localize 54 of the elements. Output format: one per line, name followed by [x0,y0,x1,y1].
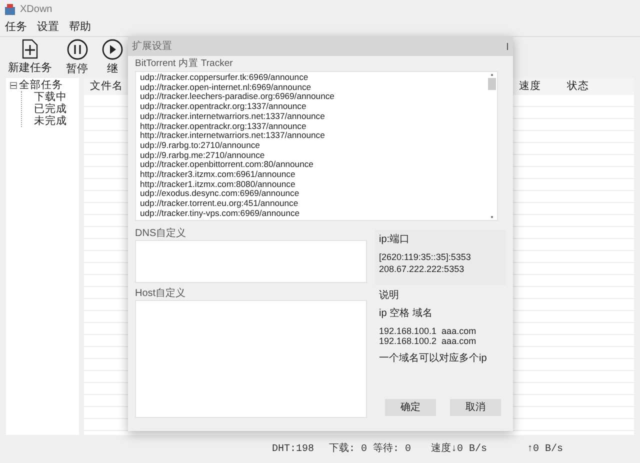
play-icon [102,39,123,60]
tracker-url: udp://tracker.tiny-vps.com:6969/announce [140,208,301,219]
toolbar-button[interactable]: 暂停 [66,37,88,78]
tracker-text-area[interactable] [135,71,498,221]
dns-example: [2620:119:35::35]:5353 [379,251,472,263]
hint-title: 说明 [379,290,400,302]
tree-item[interactable]: 已完成 [34,103,79,115]
tracker-url: http://tracker3.itzmx.com:6961/announce [140,170,296,180]
hint-note: 一个域名可以对应多个ip [379,353,488,365]
tree-item[interactable]: 全部任务 [19,79,63,91]
tracker-url: udp://tracker.coppersurfer.tk:6969/announce [140,73,310,83]
tracker-url: http://tracker.internetwarriors.net:1337/announce [140,131,326,141]
toolbar-button[interactable]: 新建任务 [8,37,52,76]
app-icon [4,4,16,16]
pause-icon [66,39,88,60]
tracker-url: udp://tracker.opentrackr.org:1337/announce [140,102,308,112]
tracker-url: http://tracker.opentrackr.org:1337/announce [140,122,306,131]
dialog-button[interactable]: 确定 [385,399,436,416]
dialog-title: 扩展设置 [132,40,172,54]
expander-icon[interactable] [10,82,17,88]
host-example: 192.168.100.2 aaa.com [379,336,478,346]
tree-item[interactable]: 未完成 [34,115,79,127]
tracker-url: udp://9.rarbg.me:2710/announce [140,150,266,160]
column-header[interactable]: 速度 [509,78,561,94]
pin-icon[interactable] [506,42,509,50]
group-label: DNS自定义 [135,228,188,240]
menu-item[interactable]: 任务 [5,19,27,36]
dht-count: DHT:198 [272,443,314,457]
menu-item[interactable]: 帮助 [69,19,91,36]
tracker-url: udp://tracker.open-internet.nl:6969/announce [140,82,312,92]
tracker-url: udp://exodus.desync.com:6969/announce [140,189,300,200]
hint-format: ip 空格 域名 [379,308,434,320]
task-counts: 下载: 0 等待: 0 [329,442,412,457]
tracker-url: udp://tracker.internetwarriors.net:1337/announce [140,112,326,122]
group-label: BitTorrent 内置 Tracker [135,58,234,70]
tree-item[interactable]: 下载中 [34,91,79,103]
group-label: Host自定义 [135,288,187,300]
host-example: 192.168.100.1 aaa.com [379,326,478,336]
new-file-icon [22,39,38,59]
window-title: XDown [20,3,52,17]
dns-example: 208.67.222.222:5353 [379,263,466,275]
tracker-url: http://tracker1.itzmx.com:8080/announce [140,180,296,190]
tracker-url: udp://9.rarbg.to:2710/announce [140,140,260,151]
tracker-url: udp://tracker.leechers-paradise.org:6969/announce [140,92,336,102]
download-speed: 速度↓0 B/s [431,442,488,457]
menu-item[interactable]: 设置 [37,19,59,36]
tracker-url: udp://tracker.torrent.eu.org:451/announce [140,199,300,209]
dialog-button[interactable]: 取消 [450,399,501,416]
scrollbar[interactable] [487,72,497,220]
column-header[interactable]: 状态 [561,78,611,94]
upload-speed: ↑0 B/s [527,442,564,457]
tracker-url: udp://tracker.openbittorrent.com:80/announce [140,160,314,170]
toolbar-button[interactable]: 继 [102,37,123,78]
hint-title: ip:端口 [379,234,411,246]
